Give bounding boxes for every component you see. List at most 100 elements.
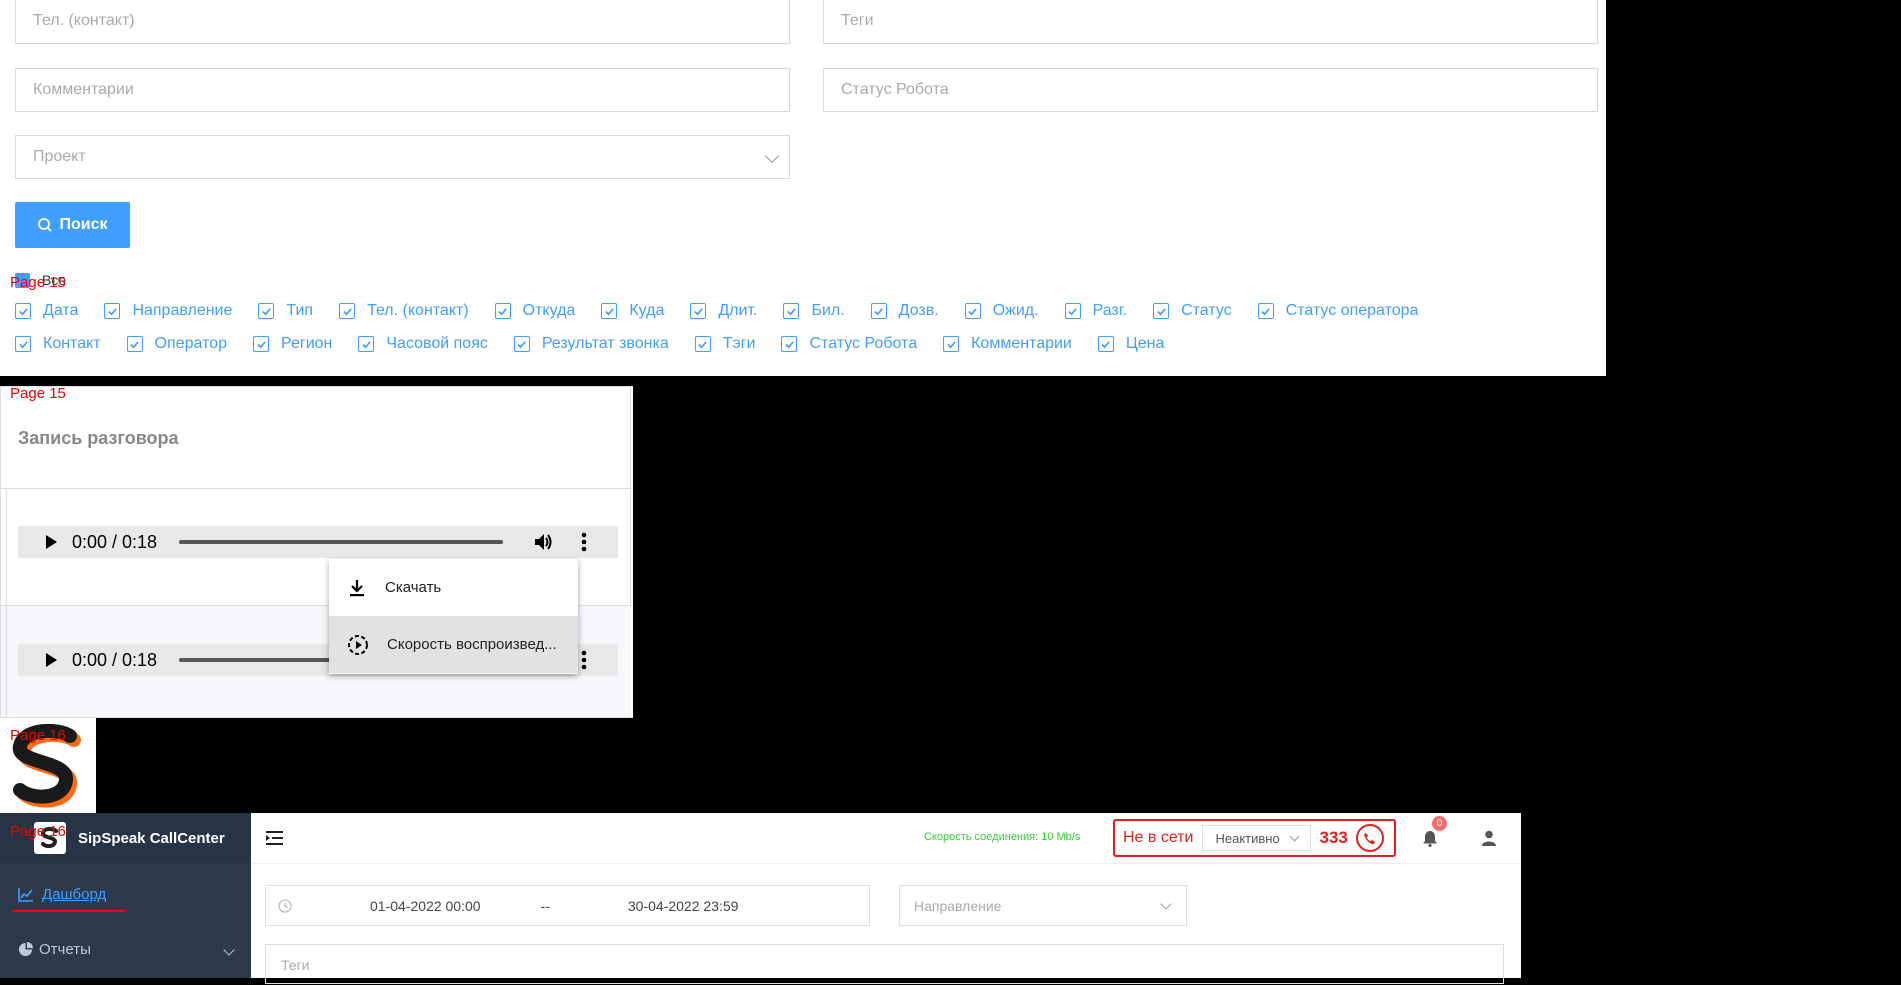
column-checkbox[interactable]: Контакт [15,335,101,353]
checkmark-icon [783,303,800,319]
search-button[interactable]: Поиск [15,202,130,248]
agent-status-box: Не в сети Неактивно 333 [1113,819,1396,857]
chevron-down-icon [1290,831,1300,841]
project-select[interactable]: Проект [15,135,790,179]
checkmark-icon [1153,303,1170,319]
column-checkbox[interactable]: Дозв. [870,302,939,320]
column-checkbox-label: Статус оператора [1285,302,1419,319]
checkmark-icon [781,336,798,352]
audio-player[interactable]: 0:00 / 0:18 [18,526,618,558]
chevron-down-icon [223,943,235,956]
column-checkbox-label: Результат звонка [541,335,669,352]
checkmark-icon [126,336,143,352]
column-checkbox[interactable]: Тел. (контакт) [339,302,469,320]
checkmark-icon [339,303,356,319]
column-checkbox[interactable]: Длит. [690,302,757,320]
phone-contact-field[interactable]: Тел. (контакт) [15,0,790,44]
download-menu-item[interactable]: Скачать [329,559,578,616]
column-checkbox[interactable]: Регион [253,335,332,353]
column-checkbox[interactable]: Направление [104,302,232,320]
column-checkbox[interactable]: Цена [1097,335,1164,353]
robot-status-field[interactable]: Статус Робота [823,68,1598,112]
activity-value: Неактивно [1215,830,1280,846]
search-filter-panel: Тел. (контакт) Теги Комментарии Статус Р… [0,0,1606,376]
checkmark-icon [870,303,887,319]
checkmark-icon [964,303,981,319]
chevron-down-icon [1160,897,1172,910]
column-checkbox[interactable]: Оператор [126,335,228,353]
column-checkbox-label: Регион [281,335,333,352]
search-button-label: Поиск [59,216,108,233]
page-label: Page 15 [10,274,66,291]
column-checkbox[interactable]: Статус оператора [1257,302,1419,320]
bell-icon[interactable] [1422,830,1438,847]
checkmark-icon [358,336,375,352]
audio-progress-track[interactable] [179,540,504,544]
column-checkbox-label: Комментарии [971,335,1072,352]
tags-placeholder: Теги [841,12,874,29]
checkmark-icon [15,336,31,352]
call-button[interactable] [1355,824,1384,852]
date-to[interactable]: 30-04-2022 23:59 [628,898,739,914]
date-from[interactable]: 01-04-2022 00:00 [370,898,481,914]
chart-line-icon [18,887,33,902]
comments-field[interactable]: Комментарии [15,68,790,112]
comments-placeholder: Комментарии [33,81,134,98]
tags-field[interactable]: Теги [823,0,1598,44]
play-icon[interactable] [44,534,58,550]
column-checkbox[interactable]: Статус Робота [781,335,917,353]
sidebar-item-label: Отчеты [39,941,91,958]
column-checkbox[interactable]: Статус [1153,302,1232,320]
more-options-icon[interactable] [581,532,587,552]
sidebar-item-label: Дашборд [42,886,107,903]
activity-select[interactable]: Неактивно [1202,825,1312,851]
column-checkbox[interactable]: Часовой пояс [358,335,488,353]
audio-time: 0:00 / 0:18 [72,649,158,670]
extension-number: 333 [1319,828,1348,847]
playback-speed-menu-item[interactable]: Скорость воспроизвед... [329,616,578,673]
checkmark-icon [253,336,270,352]
column-checkbox-label: Статус [1181,302,1232,319]
column-checkboxes-row-1: Дата Направление Тип Тел. (контакт) Откуда Ку… [15,302,1444,320]
tags-filter[interactable]: Теги [265,944,1504,984]
column-checkbox-label: Дозв. [898,302,939,319]
column-checkbox[interactable]: Разг. [1064,302,1127,320]
column-checkbox-label: Направление [132,302,233,319]
column-checkbox[interactable]: Ожид. [964,302,1039,320]
more-options-icon[interactable] [581,650,587,670]
checkmark-icon [690,303,707,319]
column-checkbox[interactable]: Комментарии [943,335,1072,353]
date-range-picker[interactable]: 01-04-2022 00:00 -- 30-04-2022 23:59 [265,885,870,926]
column-checkbox-label: Оператор [154,335,228,352]
volume-icon[interactable] [533,532,553,552]
audio-time: 0:00 / 0:18 [72,531,158,552]
sidebar-item-reports[interactable]: Отчеты [18,941,235,958]
menu-toggle-icon[interactable] [266,830,284,846]
search-icon [38,218,53,232]
column-checkboxes-row-2: Контакт Оператор Регион Часовой пояс Результ… [15,335,1190,353]
checkmark-icon [494,303,511,319]
column-checkbox-label: Откуда [522,302,576,319]
sidebar-item-dashboard[interactable]: Дашборд [18,886,106,903]
column-checkbox[interactable]: Тип [258,302,313,320]
checkmark-icon [943,336,960,352]
column-checkbox[interactable]: Откуда [494,302,576,320]
play-icon[interactable] [44,652,58,668]
notification-count: 0 [1436,818,1443,829]
checkmark-icon [513,336,530,352]
column-checkbox[interactable]: Тэги [694,335,755,353]
checkmark-icon [258,303,275,319]
connection-speed: Скорость соединения: 10 Mb/s [924,831,1081,843]
phone-icon [1364,832,1376,844]
column-checkbox[interactable]: Результат звонка [513,335,669,353]
top-bar: Скорость соединения: 10 Mb/s Не в сети Н… [251,813,1521,864]
column-checkbox[interactable]: Бил. [783,302,845,320]
column-checkbox[interactable]: Дата [15,302,78,320]
column-checkbox[interactable]: Куда [601,302,664,320]
column-checkbox-label: Дата [43,302,79,319]
column-checkbox-label: Куда [629,302,665,319]
user-icon[interactable] [1482,830,1496,846]
recording-title: Запись разговора [18,428,179,448]
checkmark-icon [601,303,618,319]
direction-select[interactable]: Направление [899,885,1187,926]
